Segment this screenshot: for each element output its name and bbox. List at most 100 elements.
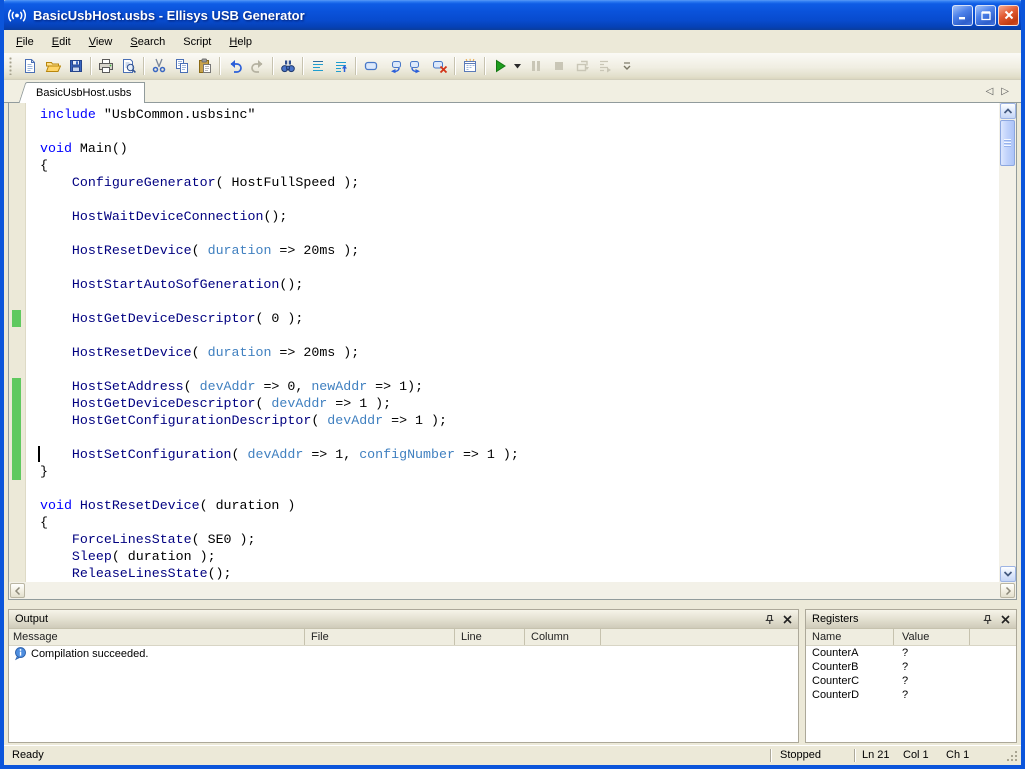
redo-button[interactable] xyxy=(246,55,269,77)
code-line[interactable] xyxy=(9,293,999,310)
scroll-down-button[interactable] xyxy=(1000,566,1016,582)
code-line[interactable]: HostGetDeviceDescriptor( 0 ); xyxy=(9,310,999,327)
code-line[interactable] xyxy=(9,191,999,208)
scroll-right-button[interactable] xyxy=(1000,583,1015,598)
code-line[interactable] xyxy=(9,361,999,378)
code-line[interactable]: } xyxy=(9,463,999,480)
column-header-message[interactable]: Message xyxy=(9,629,305,645)
toolbar-grip[interactable] xyxy=(9,57,13,75)
vertical-scroll-thumb[interactable] xyxy=(1000,120,1015,166)
cut-button[interactable] xyxy=(147,55,170,77)
code-line[interactable] xyxy=(9,480,999,497)
goto-line-button[interactable] xyxy=(329,55,352,77)
close-button[interactable] xyxy=(998,5,1019,26)
indent-lines-button[interactable] xyxy=(306,55,329,77)
scroll-left-button[interactable] xyxy=(10,583,25,598)
bottom-dock: Output Message File Line Column Compilat… xyxy=(4,600,1021,745)
output-pin-button[interactable] xyxy=(761,612,777,627)
format-grid-button[interactable] xyxy=(458,55,481,77)
close-x-icon xyxy=(783,615,792,624)
code-line[interactable]: HostWaitDeviceConnection(); xyxy=(9,208,999,225)
register-value: ? xyxy=(894,661,970,673)
binoculars-icon xyxy=(280,58,296,74)
code-line[interactable] xyxy=(9,429,999,446)
column-header-line[interactable]: Line xyxy=(455,629,525,645)
tab-basicusbhost[interactable]: BasicUsbHost.usbs xyxy=(28,82,145,103)
print-button[interactable] xyxy=(94,55,117,77)
previous-breakpoint-button[interactable] xyxy=(382,55,405,77)
code-line[interactable]: ConfigureGenerator( HostFullSpeed ); xyxy=(9,174,999,191)
code-line[interactable]: include "UsbCommon.usbsinc" xyxy=(9,106,999,123)
registers-close-button[interactable] xyxy=(997,612,1013,627)
new-file-button[interactable] xyxy=(18,55,41,77)
code-line[interactable]: { xyxy=(9,514,999,531)
code-line[interactable] xyxy=(9,259,999,276)
output-row[interactable]: Compilation succeeded. xyxy=(9,646,798,661)
minimize-button[interactable] xyxy=(952,5,973,26)
code-line[interactable]: void Main() xyxy=(9,140,999,157)
next-breakpoint-button[interactable] xyxy=(405,55,428,77)
title-bar[interactable]: BasicUsbHost.usbs - Ellisys USB Generato… xyxy=(0,0,1025,30)
registers-panel-titlebar[interactable]: Registers xyxy=(806,610,1016,629)
output-close-button[interactable] xyxy=(779,612,795,627)
code-line[interactable]: ForceLinesState( SE0 ); xyxy=(9,531,999,548)
maximize-button[interactable] xyxy=(975,5,996,26)
code-area[interactable]: include "UsbCommon.usbsinc"void Main(){ … xyxy=(9,103,999,582)
horizontal-scrollbar[interactable] xyxy=(9,582,1016,599)
paste-button[interactable] xyxy=(193,55,216,77)
register-row[interactable]: CounterA? xyxy=(806,646,1016,660)
column-header-column[interactable]: Column xyxy=(525,629,601,645)
output-panel: Output Message File Line Column Compilat… xyxy=(8,609,799,743)
menu-file[interactable]: File xyxy=(7,32,43,52)
code-line[interactable]: HostSetConfiguration( devAddr => 1, conf… xyxy=(9,446,999,463)
menu-edit[interactable]: Edit xyxy=(43,32,80,52)
register-row[interactable]: CounterB? xyxy=(806,660,1016,674)
column-header-file[interactable]: File xyxy=(305,629,455,645)
run-button[interactable] xyxy=(488,55,511,77)
open-file-button[interactable] xyxy=(41,55,64,77)
registers-pin-button[interactable] xyxy=(979,612,995,627)
menu-search[interactable]: Search xyxy=(121,32,174,52)
stop-button[interactable] xyxy=(547,55,570,77)
toggle-breakpoint-button[interactable] xyxy=(359,55,382,77)
column-header-value[interactable]: Value xyxy=(894,629,970,645)
print-preview-button[interactable] xyxy=(117,55,140,77)
code-line[interactable] xyxy=(9,225,999,242)
scroll-up-button[interactable] xyxy=(1000,103,1016,119)
code-line[interactable]: ReleaseLinesState(); xyxy=(9,565,999,582)
code-line[interactable]: HostGetConfigurationDescriptor( devAddr … xyxy=(9,412,999,429)
code-line[interactable]: HostGetDeviceDescriptor( devAddr => 1 ); xyxy=(9,395,999,412)
menu-help[interactable]: Help xyxy=(220,32,261,52)
code-line[interactable]: HostResetDevice( duration => 20ms ); xyxy=(9,242,999,259)
code-line[interactable]: HostStartAutoSofGeneration(); xyxy=(9,276,999,293)
code-line[interactable] xyxy=(9,327,999,344)
save-button[interactable] xyxy=(64,55,87,77)
copy-button[interactable] xyxy=(170,55,193,77)
undo-button[interactable] xyxy=(223,55,246,77)
register-row[interactable]: CounterC? xyxy=(806,674,1016,688)
output-panel-titlebar[interactable]: Output xyxy=(9,610,798,629)
registers-column-headers: Name Value xyxy=(806,629,1016,646)
code-line[interactable] xyxy=(9,123,999,140)
resize-grip[interactable] xyxy=(1006,750,1019,763)
run-options-dropdown[interactable] xyxy=(511,55,524,77)
tab-scroll-right-button[interactable]: ▷ xyxy=(1001,86,1009,97)
tab-scroll-left-button[interactable]: ◁ xyxy=(986,86,994,97)
restart-button[interactable] xyxy=(570,55,593,77)
menu-view[interactable]: View xyxy=(80,32,122,52)
code-line[interactable]: HostSetAddress( devAddr => 0, newAddr =>… xyxy=(9,378,999,395)
find-button[interactable] xyxy=(276,55,299,77)
code-line[interactable]: void HostResetDevice( duration ) xyxy=(9,497,999,514)
code-line[interactable]: HostResetDevice( duration => 20ms ); xyxy=(9,344,999,361)
register-row[interactable]: CounterD? xyxy=(806,688,1016,702)
vertical-scrollbar[interactable] xyxy=(999,103,1016,582)
menu-script[interactable]: Script xyxy=(174,32,220,52)
pause-button[interactable] xyxy=(524,55,547,77)
clear-breakpoints-button[interactable] xyxy=(428,55,451,77)
step-over-button[interactable] xyxy=(593,55,616,77)
code-line[interactable]: Sleep( duration ); xyxy=(9,548,999,565)
column-header-name[interactable]: Name xyxy=(806,629,894,645)
code-line[interactable]: { xyxy=(9,157,999,174)
toolbar-overflow-button[interactable] xyxy=(621,60,633,72)
column-header-filler xyxy=(601,629,798,645)
